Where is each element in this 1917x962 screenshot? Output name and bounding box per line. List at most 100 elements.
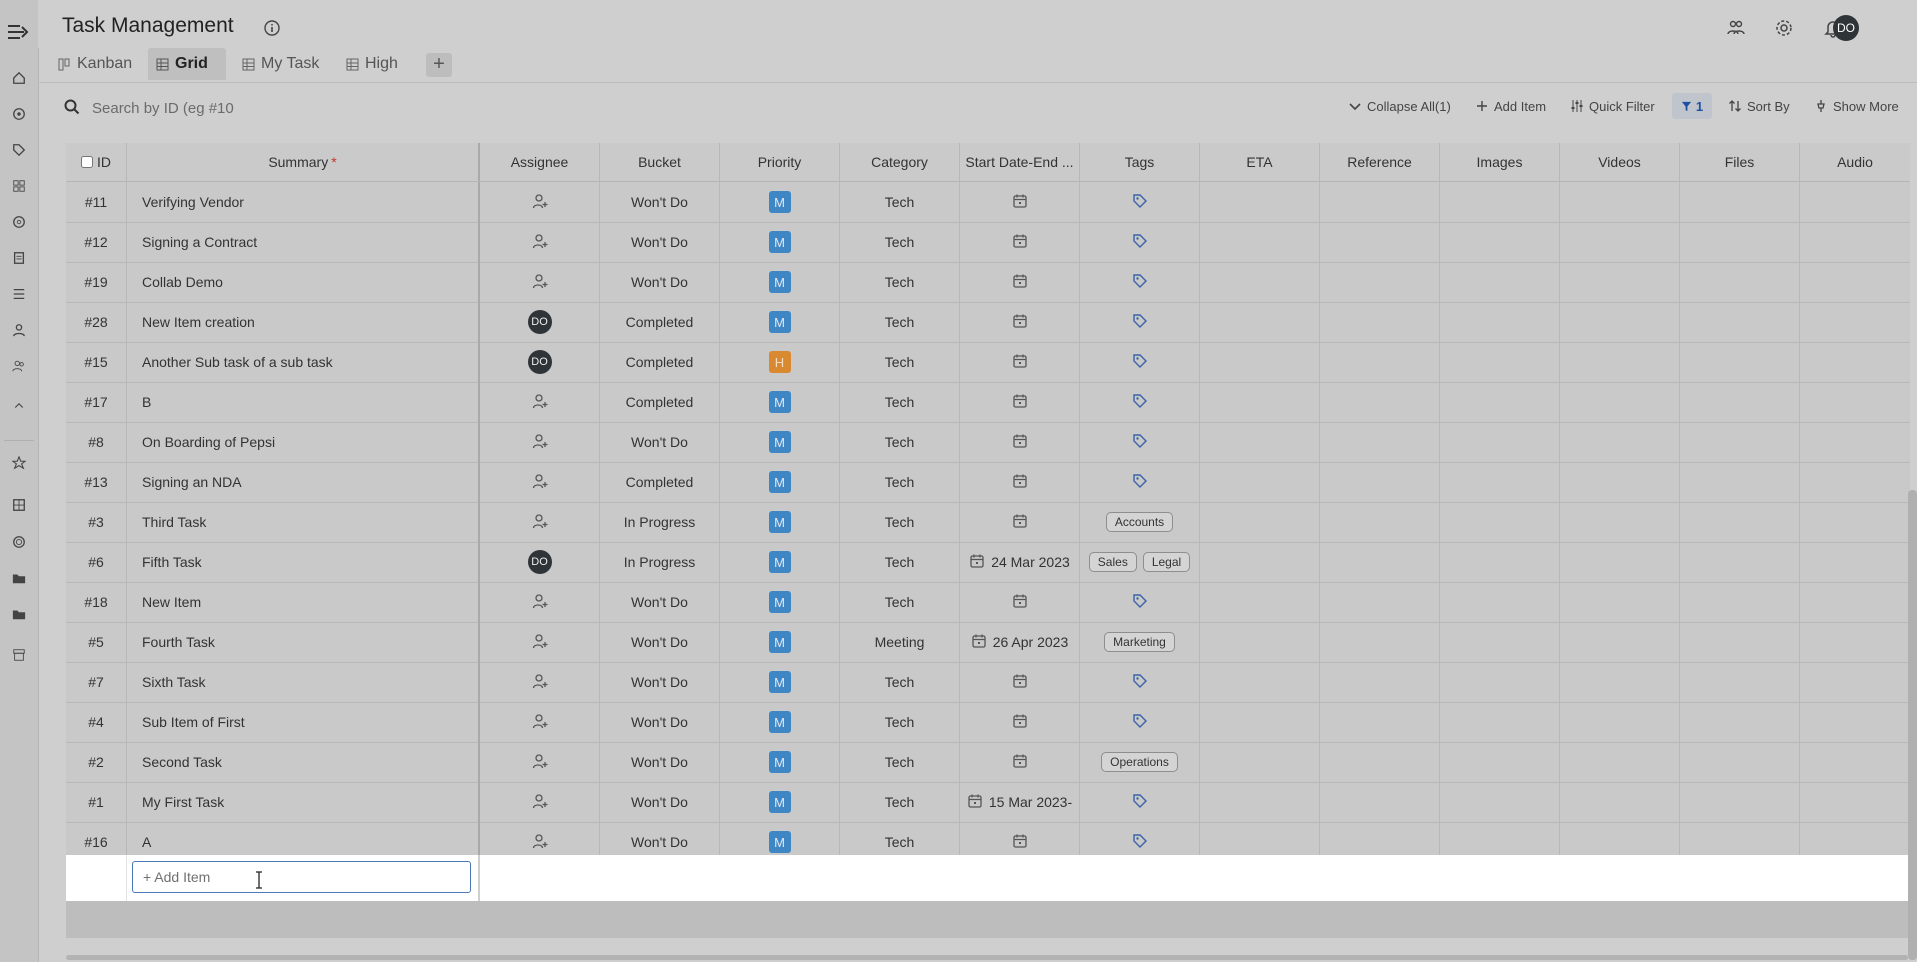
add-assignee-icon[interactable] xyxy=(532,833,548,852)
add-assignee-icon[interactable] xyxy=(532,593,548,612)
table-row[interactable]: #19 Collab Demo Won't Do M Tech xyxy=(66,262,1910,303)
summary-cell[interactable]: On Boarding of Pepsi xyxy=(127,422,480,462)
eta-cell[interactable] xyxy=(1200,782,1320,822)
table-row[interactable]: #1 My First Task Won't Do M Tech 15 Mar 2023- xyxy=(66,782,1910,823)
videos-cell[interactable] xyxy=(1560,222,1680,262)
tag-icon[interactable] xyxy=(1132,313,1148,332)
target-icon[interactable] xyxy=(11,534,27,550)
eta-cell[interactable] xyxy=(1200,342,1320,382)
priority-badge[interactable]: H xyxy=(768,351,791,373)
eta-cell[interactable] xyxy=(1200,542,1320,582)
tag-chip[interactable]: Marketing xyxy=(1104,632,1175,652)
archive-icon[interactable] xyxy=(11,647,27,663)
tags-cell[interactable]: Accounts xyxy=(1080,502,1200,542)
date-cell[interactable] xyxy=(960,222,1080,262)
calendar-icon[interactable] xyxy=(967,793,983,812)
team-members-icon[interactable] xyxy=(1726,18,1746,38)
calendar-icon[interactable] xyxy=(969,553,985,572)
reference-cell[interactable] xyxy=(1320,462,1440,502)
priority-badge[interactable]: M xyxy=(768,431,791,453)
files-cell[interactable] xyxy=(1680,222,1800,262)
bucket-cell[interactable]: Completed xyxy=(600,462,720,502)
audio-cell[interactable] xyxy=(1800,582,1910,622)
date-cell[interactable] xyxy=(960,262,1080,302)
bucket-cell[interactable]: Completed xyxy=(600,302,720,342)
reference-cell[interactable] xyxy=(1320,742,1440,782)
files-cell[interactable] xyxy=(1680,262,1800,302)
images-cell[interactable] xyxy=(1440,582,1560,622)
audio-cell[interactable] xyxy=(1800,742,1910,782)
videos-cell[interactable] xyxy=(1560,542,1680,582)
assignee-cell[interactable] xyxy=(480,502,600,542)
sort-by-button[interactable]: Sort By xyxy=(1728,95,1790,117)
summary-cell[interactable]: Third Task xyxy=(127,502,480,542)
calendar-icon[interactable] xyxy=(1012,513,1028,532)
videos-cell[interactable] xyxy=(1560,422,1680,462)
assignee-avatar[interactable]: DO xyxy=(527,550,552,574)
list-icon[interactable] xyxy=(11,286,27,302)
bucket-cell[interactable]: In Progress xyxy=(600,542,720,582)
add-assignee-icon[interactable] xyxy=(532,233,548,252)
tag-icon[interactable] xyxy=(1132,193,1148,212)
priority-badge[interactable]: M xyxy=(768,191,791,213)
category-cell[interactable]: Tech xyxy=(840,502,960,542)
videos-cell[interactable] xyxy=(1560,462,1680,502)
category-cell[interactable]: Tech xyxy=(840,742,960,782)
audio-cell[interactable] xyxy=(1800,542,1910,582)
tag-icon[interactable] xyxy=(1132,433,1148,452)
document-icon[interactable] xyxy=(11,250,27,266)
column-header-images[interactable]: Images xyxy=(1440,143,1560,181)
category-cell[interactable]: Tech xyxy=(840,782,960,822)
date-cell[interactable]: 24 Mar 2023 xyxy=(960,542,1080,582)
reference-cell[interactable] xyxy=(1320,622,1440,662)
files-cell[interactable] xyxy=(1680,182,1800,222)
assignee-cell[interactable] xyxy=(480,582,600,622)
category-cell[interactable]: Tech xyxy=(840,302,960,342)
audio-cell[interactable] xyxy=(1800,422,1910,462)
date-cell[interactable] xyxy=(960,662,1080,702)
images-cell[interactable] xyxy=(1440,262,1560,302)
reference-cell[interactable] xyxy=(1320,542,1440,582)
horizontal-scrollbar[interactable] xyxy=(66,955,1908,960)
category-cell[interactable]: Tech xyxy=(840,462,960,502)
calendar-icon[interactable] xyxy=(1012,753,1028,772)
add-assignee-icon[interactable] xyxy=(532,673,548,692)
column-header-category[interactable]: Category xyxy=(840,143,960,181)
tags-cell[interactable] xyxy=(1080,582,1200,622)
assignee-avatar[interactable]: DO xyxy=(527,350,552,374)
assignee-cell[interactable] xyxy=(480,182,600,222)
summary-cell[interactable]: Collab Demo xyxy=(127,262,480,302)
column-header-files[interactable]: Files xyxy=(1680,143,1800,181)
tab-my-task[interactable]: My Task xyxy=(234,48,329,80)
reference-cell[interactable] xyxy=(1320,262,1440,302)
tags-cell[interactable] xyxy=(1080,702,1200,742)
files-cell[interactable] xyxy=(1680,742,1800,782)
reference-cell[interactable] xyxy=(1320,702,1440,742)
quick-filter-button[interactable]: Quick Filter xyxy=(1570,95,1655,117)
priority-badge[interactable]: M xyxy=(768,231,791,253)
table-row[interactable]: #11 Verifying Vendor Won't Do M Tech xyxy=(66,182,1910,223)
tag-icon[interactable] xyxy=(1132,353,1148,372)
tag-icon[interactable] xyxy=(1132,233,1148,252)
expand-menu-icon[interactable] xyxy=(7,24,31,40)
id-cell[interactable]: #6 xyxy=(66,542,127,582)
assignee-cell[interactable] xyxy=(480,262,600,302)
column-header-id[interactable]: ID xyxy=(66,143,127,181)
id-cell[interactable]: #15 xyxy=(66,342,127,382)
files-cell[interactable] xyxy=(1680,702,1800,742)
priority-badge[interactable]: M xyxy=(768,831,791,853)
user-avatar[interactable]: DO xyxy=(1833,15,1859,41)
audio-cell[interactable] xyxy=(1800,662,1910,702)
column-header-dates[interactable]: Start Date-End ... xyxy=(960,143,1080,181)
videos-cell[interactable] xyxy=(1560,182,1680,222)
eta-cell[interactable] xyxy=(1200,702,1320,742)
priority-cell[interactable]: M xyxy=(720,302,840,342)
eta-cell[interactable] xyxy=(1200,382,1320,422)
summary-cell[interactable]: Fifth Task xyxy=(127,542,480,582)
priority-badge[interactable]: M xyxy=(768,311,791,333)
table-row[interactable]: #5 Fourth Task Won't Do M Meeting 26 Apr 2023… xyxy=(66,622,1910,663)
search-input[interactable] xyxy=(90,96,594,120)
column-header-tags[interactable]: Tags xyxy=(1080,143,1200,181)
tag-icon[interactable] xyxy=(1132,713,1148,732)
priority-cell[interactable]: M xyxy=(720,502,840,542)
